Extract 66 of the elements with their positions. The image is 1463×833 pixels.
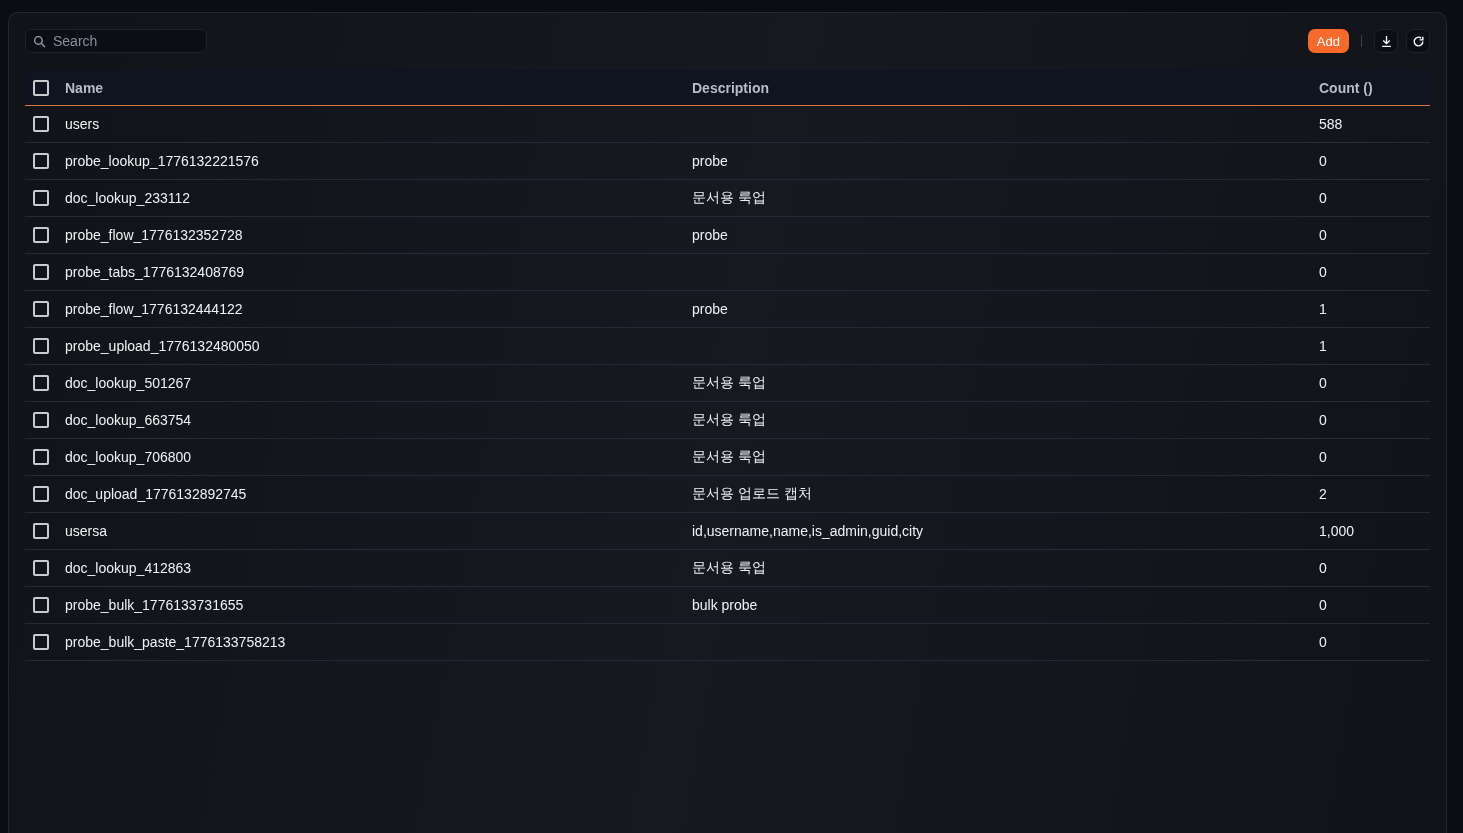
table-cell: 문서용 룩업 [692,189,766,207]
table-cell: 0 [1319,190,1327,206]
table-cell: doc_lookup_663754 [65,412,192,428]
table-cell: probe_bulk_1776133731655 [65,597,244,613]
table-cell: 0 [1319,227,1327,243]
table-cell: 1 [1319,338,1327,354]
table-cell: 0 [1319,449,1327,465]
table-cell: 0 [1319,412,1327,428]
select-all-checkbox[interactable] [33,79,49,96]
table-cell: 문서용 룩업 [692,374,766,392]
table-cell: probe [692,301,728,317]
table-cell: doc_lookup_706800 [65,449,192,465]
row-checkbox[interactable] [33,486,49,502]
table-cell: users [65,116,100,132]
table-cell: 0 [1319,375,1327,391]
row-checkbox[interactable] [33,116,49,132]
table-cell: doc_lookup_412863 [65,560,192,576]
row-checkbox[interactable] [33,153,49,169]
column-header[interactable]: Count () [1319,79,1373,96]
search-icon [33,35,46,48]
download-icon [1379,34,1393,48]
row-checkbox[interactable] [33,634,49,650]
table-cell: 0 [1319,560,1327,576]
row-checkbox[interactable] [33,375,49,391]
table-cell: probe [692,227,728,243]
table-cell: 문서용 룩업 [692,411,766,429]
row-checkbox[interactable] [33,338,49,354]
table-cell: probe_flow_1776132352728 [65,227,243,243]
row-checkbox[interactable] [33,449,49,465]
table-cell: probe_upload_1776132480050 [65,338,260,354]
table-cell: 0 [1319,634,1327,650]
table-cell: 문서용 업로드 캡처 [692,485,812,503]
refresh-button[interactable] [1406,29,1430,53]
table-cell: 2 [1319,486,1327,502]
table-cell: probe_flow_1776132444122 [65,301,243,317]
table-cell: 1 [1319,301,1327,317]
refresh-icon [1411,34,1425,48]
row-checkbox[interactable] [33,301,49,317]
table-cell: 문서용 룩업 [692,448,766,466]
table-cell: doc_lookup_501267 [65,375,192,391]
row-checkbox[interactable] [33,523,49,539]
row-checkbox[interactable] [33,412,49,428]
column-header[interactable]: Description [692,79,769,96]
table-cell: doc_lookup_233112 [65,190,191,206]
table-cell: usersa [65,523,108,539]
table-cell: doc_upload_1776132892745 [65,486,247,502]
table-cell: 588 [1319,116,1343,132]
table-cell: 1,000 [1319,523,1355,539]
row-checkbox[interactable] [33,190,49,206]
column-header[interactable]: Name [65,79,104,96]
row-checkbox[interactable] [33,597,49,613]
table-cell: probe_bulk_paste_1776133758213 [65,634,286,650]
search-field[interactable]: Search [25,29,207,53]
download-button[interactable] [1374,29,1398,53]
table-cell: 문서용 룩업 [692,559,766,577]
table-cell: id,username,name,is_admin,guid,city [692,523,924,539]
table-cell: probe [692,153,728,169]
table-cell: bulk probe [692,597,758,613]
row-checkbox[interactable] [33,560,49,576]
table-cell: 0 [1319,264,1327,280]
table-cell: probe_lookup_1776132221576 [65,153,259,169]
table-cell: 0 [1319,153,1327,169]
table-cell: probe_tabs_1776132408769 [65,264,245,280]
table-cell: 0 [1319,597,1327,613]
row-checkbox[interactable] [33,264,49,280]
row-checkbox[interactable] [33,227,49,243]
